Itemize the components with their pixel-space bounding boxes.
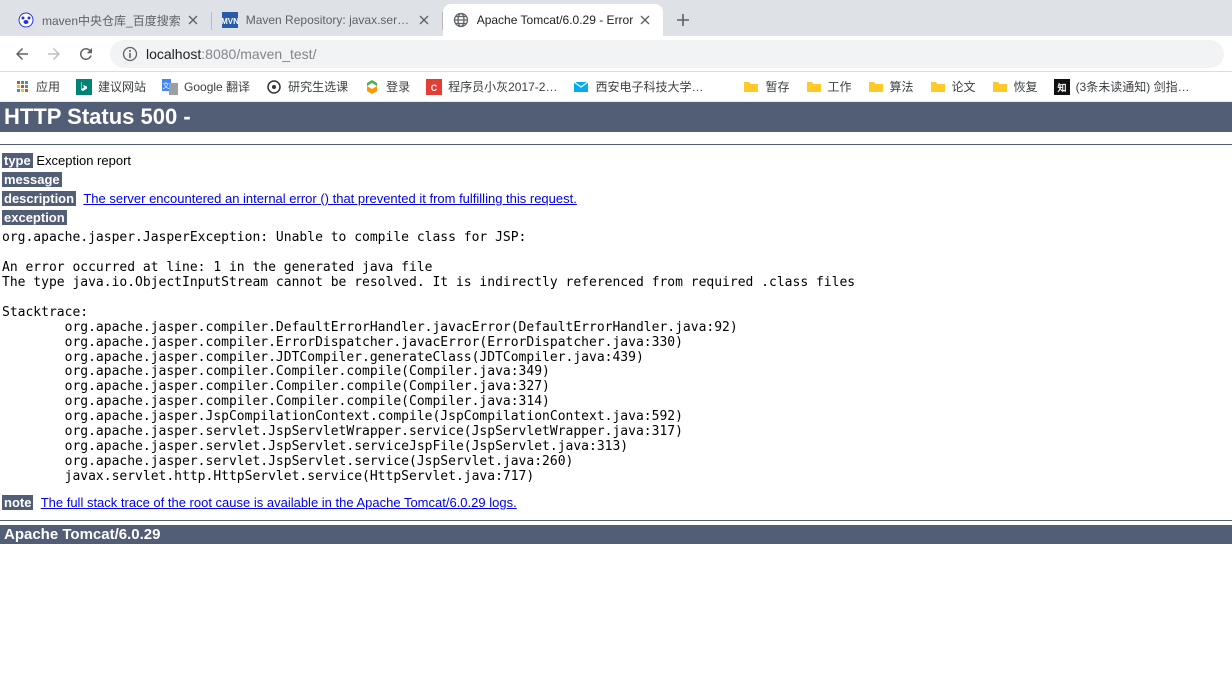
folder-icon xyxy=(743,79,759,95)
message-label: message xyxy=(2,172,62,187)
tomcat-footer: Apache Tomcat/6.0.29 xyxy=(0,525,1232,544)
mvn-favicon-icon: MVN xyxy=(222,12,238,28)
tab-title: maven中央仓库_百度搜索 xyxy=(42,12,181,29)
exception-label: exception xyxy=(2,210,67,225)
address-path: /maven_test/ xyxy=(236,46,316,62)
note-text[interactable]: The full stack trace of the root cause i… xyxy=(41,495,517,510)
folder-icon xyxy=(992,79,1008,95)
bookmark-bar: 应用 建议网站 文 Google 翻译 研究生选课 登录 C 程序员小灰2017… xyxy=(0,72,1232,102)
back-button[interactable] xyxy=(8,40,36,68)
svg-text:文: 文 xyxy=(163,81,170,90)
browser-tab[interactable]: maven中央仓库_百度搜索 xyxy=(8,4,211,36)
apps-grid-icon xyxy=(14,79,30,95)
svg-text:知: 知 xyxy=(1056,82,1066,93)
divider xyxy=(0,520,1232,521)
type-label: type xyxy=(2,153,33,168)
bookmark-label: 恢复 xyxy=(1014,78,1038,95)
bookmark-label: 暂存 xyxy=(765,78,789,95)
bookmark-label: 算法 xyxy=(890,78,914,95)
description-label: description xyxy=(2,191,76,206)
svg-text:MVN: MVN xyxy=(222,17,238,26)
site-info-icon[interactable] xyxy=(122,46,138,62)
browser-nav-bar: localhost:8080/maven_test/ xyxy=(0,36,1232,72)
bookmark-label: 程序员小灰2017-2… xyxy=(448,78,557,95)
forward-button[interactable] xyxy=(40,40,68,68)
http-status-title: HTTP Status 500 - xyxy=(0,102,1232,132)
description-row: description The server encountered an in… xyxy=(2,191,1230,206)
tab-title: Apache Tomcat/6.0.29 - Error xyxy=(477,13,634,27)
bookmark-label: 登录 xyxy=(386,78,410,95)
bookmark-label: 建议网站 xyxy=(98,78,146,95)
browser-tab[interactable]: MVN Maven Repository: javax.servle xyxy=(212,4,442,36)
bookmark-label: (3条未读通知) 剑指… xyxy=(1076,78,1190,95)
tab-close-icon[interactable] xyxy=(637,12,653,28)
page-content: HTTP Status 500 - type Exception report … xyxy=(0,102,1232,544)
tab-close-icon[interactable] xyxy=(416,12,432,28)
note-label: note xyxy=(2,495,33,510)
bookmark-label: 研究生选课 xyxy=(288,78,348,95)
baidu-favicon-icon xyxy=(18,12,34,28)
globe-favicon-icon xyxy=(453,12,469,28)
type-row: type Exception report xyxy=(2,153,1230,168)
bookmark-folder[interactable]: 算法 xyxy=(862,75,920,98)
stacktrace-text: org.apache.jasper.JasperException: Unabl… xyxy=(2,231,1230,485)
bookmark-folder[interactable]: 暂存 xyxy=(737,75,795,98)
mail-favicon-icon xyxy=(573,79,589,95)
bookmark-item[interactable]: 登录 xyxy=(358,75,416,98)
note-row: note The full stack trace of the root ca… xyxy=(2,495,1230,510)
tab-close-icon[interactable] xyxy=(185,12,201,28)
bookmark-folder[interactable]: 论文 xyxy=(924,75,982,98)
bookmark-item[interactable]: 知 (3条未读通知) 剑指… xyxy=(1048,75,1196,98)
browser-tab-bar: maven中央仓库_百度搜索 MVN Maven Repository: jav… xyxy=(0,0,1232,36)
address-text: localhost:8080/maven_test/ xyxy=(146,46,316,62)
folder-icon xyxy=(930,79,946,95)
bookmark-label: 工作 xyxy=(828,78,852,95)
reload-button[interactable] xyxy=(72,40,100,68)
folder-icon xyxy=(806,79,822,95)
address-port: :8080 xyxy=(201,46,236,62)
bookmark-label: Google 翻译 xyxy=(184,78,250,95)
description-text[interactable]: The server encountered an internal error… xyxy=(83,191,577,206)
message-row: message xyxy=(2,172,1230,187)
bookmark-item[interactable]: 研究生选课 xyxy=(260,75,354,98)
exception-row: exception xyxy=(2,210,1230,225)
zhihu-favicon-icon: 知 xyxy=(1054,79,1070,95)
login-favicon-icon xyxy=(364,79,380,95)
circle-favicon-icon xyxy=(266,79,282,95)
bookmark-item[interactable]: 文 Google 翻译 xyxy=(156,75,256,98)
bookmark-label: 西安电子科技大学… xyxy=(595,78,703,95)
address-bar[interactable]: localhost:8080/maven_test/ xyxy=(110,40,1224,68)
bookmark-item[interactable]: C 程序员小灰2017-2… xyxy=(420,75,563,98)
bookmark-label: 论文 xyxy=(952,78,976,95)
csdn-favicon-icon: C xyxy=(426,79,442,95)
bookmark-folder[interactable]: 恢复 xyxy=(986,75,1044,98)
address-host: localhost xyxy=(146,46,201,62)
google-translate-icon: 文 xyxy=(162,79,178,95)
apps-button[interactable]: 应用 xyxy=(8,75,66,98)
svg-text:C: C xyxy=(431,83,438,93)
new-tab-button[interactable] xyxy=(669,6,697,34)
bookmark-folder[interactable]: 工作 xyxy=(800,75,858,98)
bookmark-item[interactable]: 建议网站 xyxy=(70,75,152,98)
divider xyxy=(0,144,1232,145)
bookmark-item[interactable]: 西安电子科技大学… xyxy=(567,75,709,98)
folder-icon xyxy=(868,79,884,95)
apps-label: 应用 xyxy=(36,78,60,95)
tab-title: Maven Repository: javax.servle xyxy=(246,13,412,27)
browser-tab-active[interactable]: Apache Tomcat/6.0.29 - Error xyxy=(443,4,664,36)
type-value: Exception report xyxy=(33,153,131,168)
bing-icon xyxy=(76,79,92,95)
